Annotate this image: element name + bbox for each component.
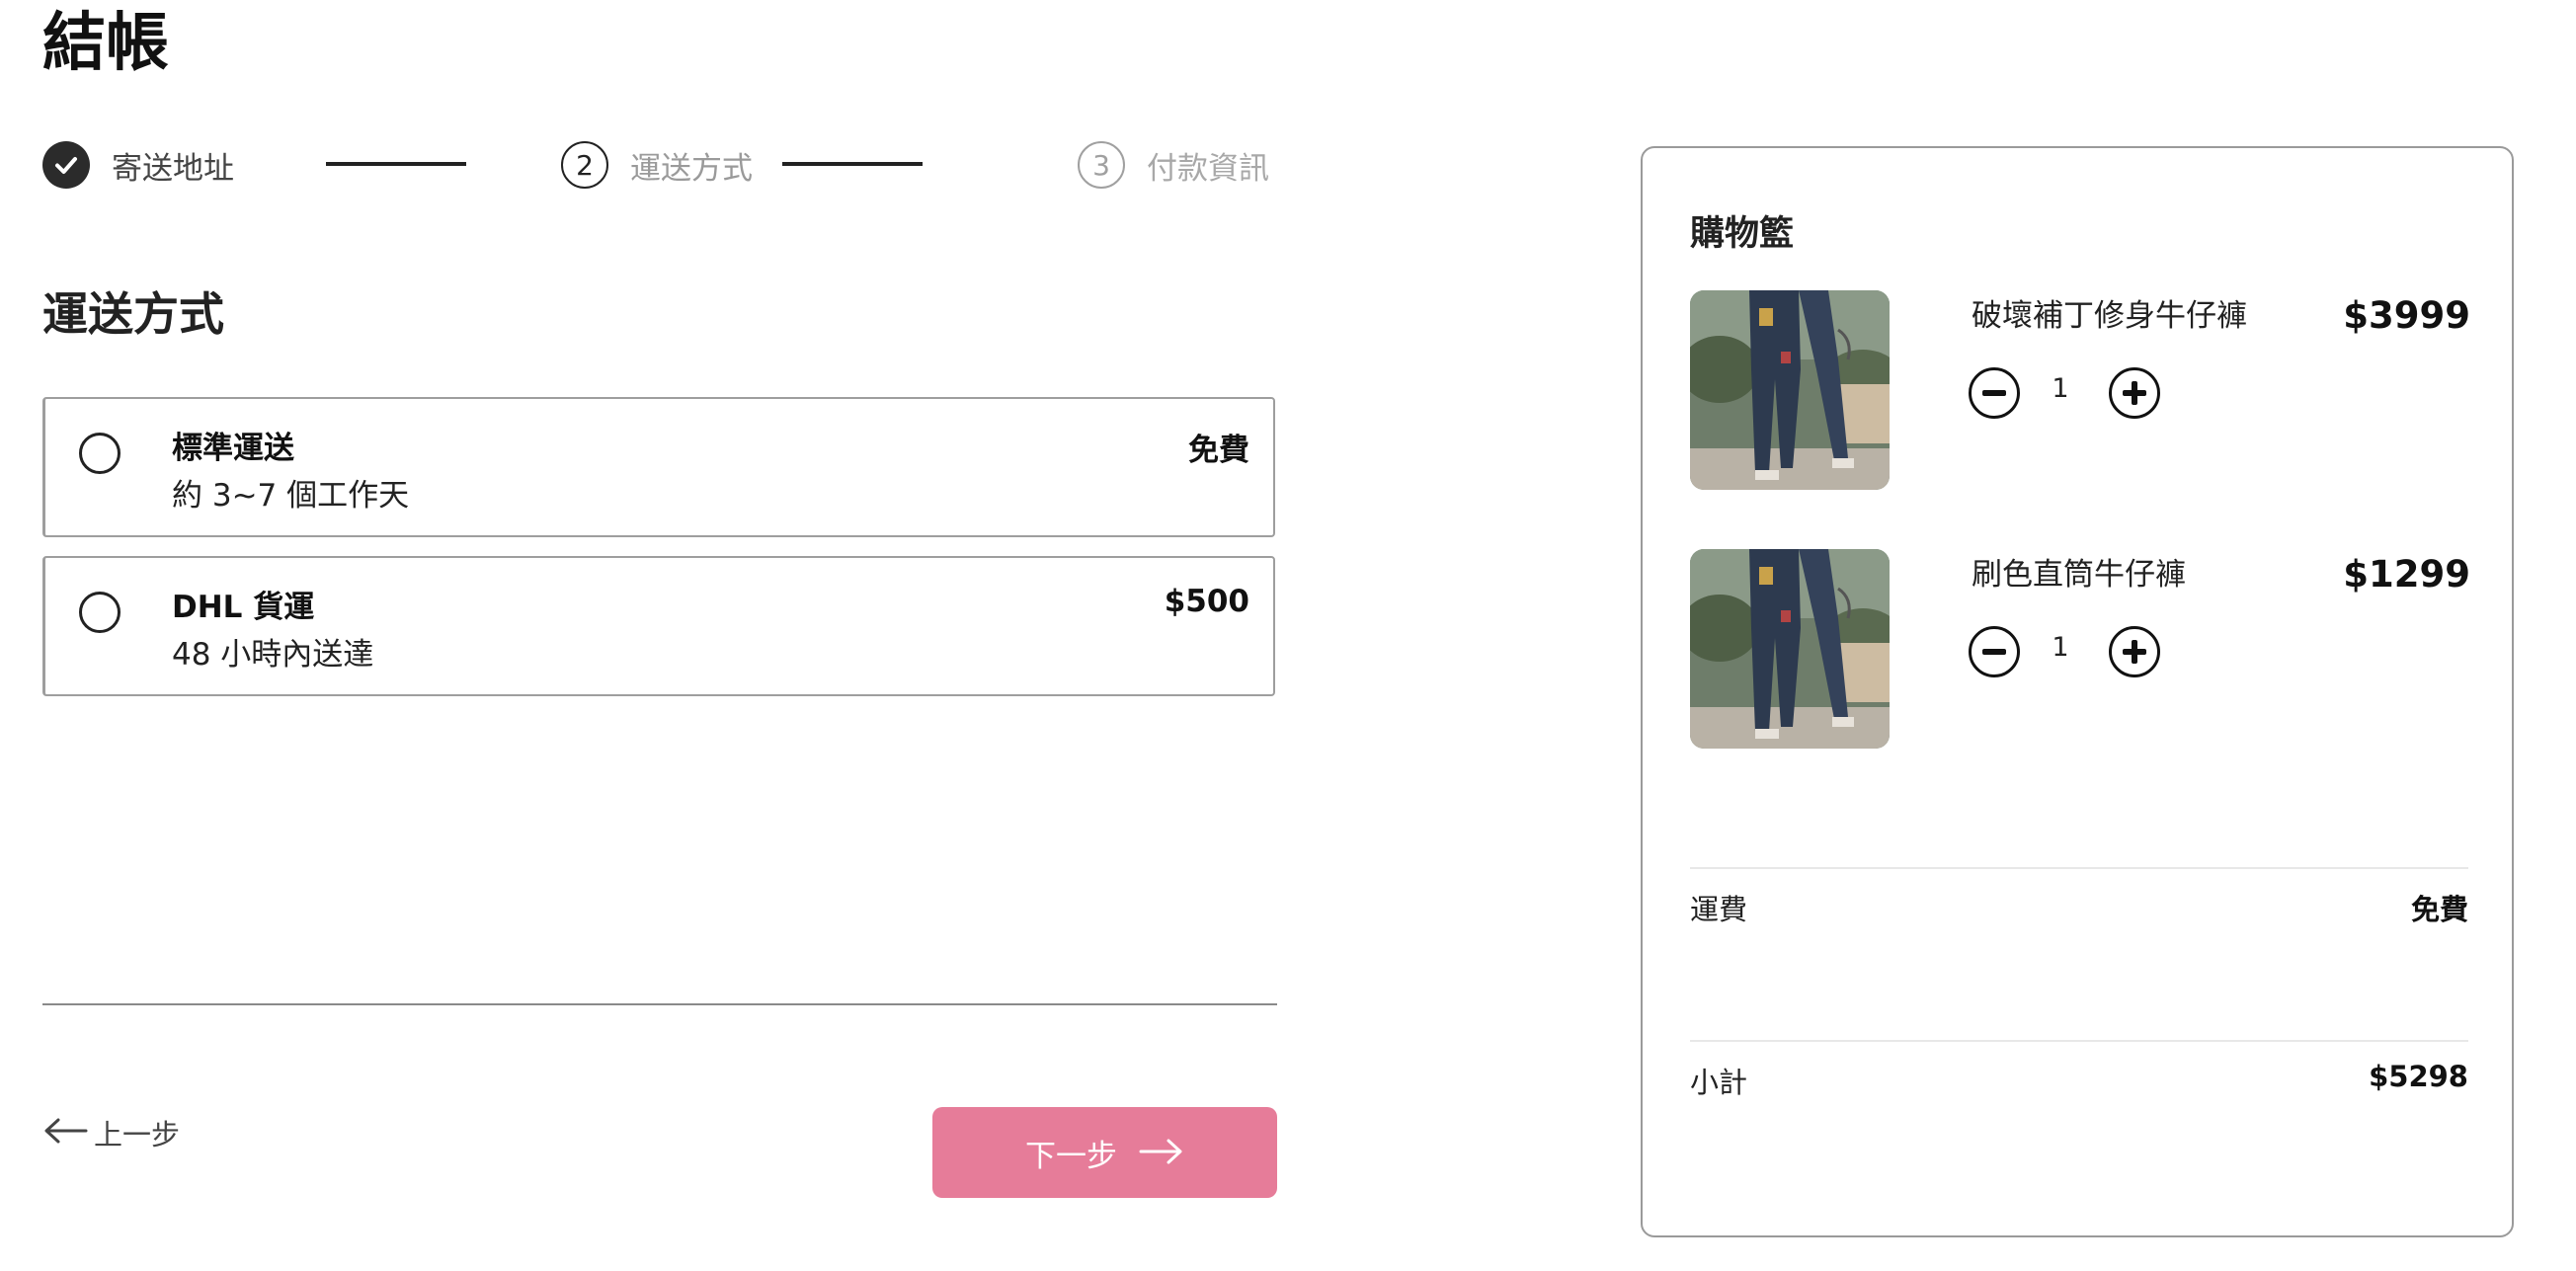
increase-quantity-button[interactable] — [2109, 626, 2160, 677]
cart-divider — [1690, 1040, 2468, 1042]
cart-item-name: 刷色直筒牛仔褲 — [1972, 557, 2186, 593]
back-button-label: 上一步 — [94, 1118, 181, 1152]
cart-title: 購物籃 — [1690, 214, 1795, 254]
cart-panel: 購物籃 破壞補丁修身牛仔褲 $3999 1 刷色直筒牛仔褲 $1299 1 運費… — [1641, 146, 2514, 1237]
quantity-value: 1 — [2052, 373, 2069, 404]
decrease-quantity-button[interactable] — [1969, 626, 2020, 677]
step-number: 2 — [561, 141, 608, 189]
step-payment-info: 3 付款資訊 — [1078, 140, 1269, 190]
step-connector — [782, 162, 923, 166]
shipping-fee-value: 免費 — [2410, 893, 2468, 926]
minus-icon — [1982, 649, 2006, 655]
step-shipping-method: 2 運送方式 — [561, 140, 753, 190]
shipping-option-dhl[interactable]: DHL 貨運 48 小時內送達 $500 — [42, 556, 1275, 696]
subtotal-value: $5298 — [2369, 1060, 2468, 1093]
page-title: 結帳 — [42, 7, 169, 80]
shipping-option-price: 免費 — [1188, 433, 1249, 468]
shipping-option-name: 標準運送 — [172, 431, 294, 466]
step-connector — [326, 162, 466, 166]
product-image[interactable] — [1690, 549, 1890, 749]
cart-item: 破壞補丁修身牛仔褲 $3999 1 — [1690, 290, 2470, 490]
step-label: 付款資訊 — [1147, 150, 1269, 187]
shipping-fee-row: 運費 免費 — [1690, 887, 2468, 926]
shipping-option-description: 48 小時內送達 — [172, 637, 374, 673]
step-shipping-address: 寄送地址 — [42, 140, 234, 190]
minus-icon — [1982, 390, 2006, 396]
increase-quantity-button[interactable] — [2109, 367, 2160, 419]
cart-item-name: 破壞補丁修身牛仔褲 — [1972, 298, 2247, 334]
quantity-value: 1 — [2052, 632, 2069, 663]
cart-item: 刷色直筒牛仔褲 $1299 1 — [1690, 549, 2470, 749]
next-button-label: 下一步 — [1025, 1138, 1117, 1173]
shipping-option-standard[interactable]: 標準運送 約 3~7 個工作天 免費 — [42, 397, 1275, 537]
subtotal-label: 小計 — [1690, 1066, 1748, 1099]
shipping-option-name: DHL 貨運 — [172, 590, 315, 625]
section-title: 運送方式 — [42, 287, 224, 341]
cart-divider — [1690, 867, 2468, 869]
cart-item-price: $1299 — [2343, 553, 2470, 596]
next-button[interactable]: 下一步 — [932, 1107, 1277, 1198]
form-divider — [42, 1003, 1277, 1005]
step-label: 寄送地址 — [112, 150, 234, 187]
shipping-option-price: $500 — [1164, 584, 1249, 619]
step-number: 3 — [1078, 141, 1125, 189]
checkout-page: 結帳 寄送地址 2 運送方式 3 付款資訊 運送方式 標準運送 約 3~7 個工… — [0, 0, 2576, 1271]
checkout-stepper: 寄送地址 2 運送方式 3 付款資訊 — [42, 140, 1277, 196]
subtotal-row: 小計 $5298 — [1690, 1060, 2468, 1099]
shipping-option-description: 約 3~7 個工作天 — [172, 478, 410, 514]
shipping-radio[interactable] — [79, 433, 121, 474]
arrow-left-icon — [42, 1113, 88, 1152]
check-icon — [42, 141, 90, 189]
decrease-quantity-button[interactable] — [1969, 367, 2020, 419]
cart-item-price: $3999 — [2343, 294, 2470, 337]
step-label: 運送方式 — [630, 150, 753, 187]
arrow-right-icon — [1139, 1131, 1184, 1174]
shipping-radio[interactable] — [79, 592, 121, 633]
product-image[interactable] — [1690, 290, 1890, 490]
shipping-fee-label: 運費 — [1690, 893, 1748, 926]
back-button[interactable]: 上一步 — [42, 1112, 180, 1153]
